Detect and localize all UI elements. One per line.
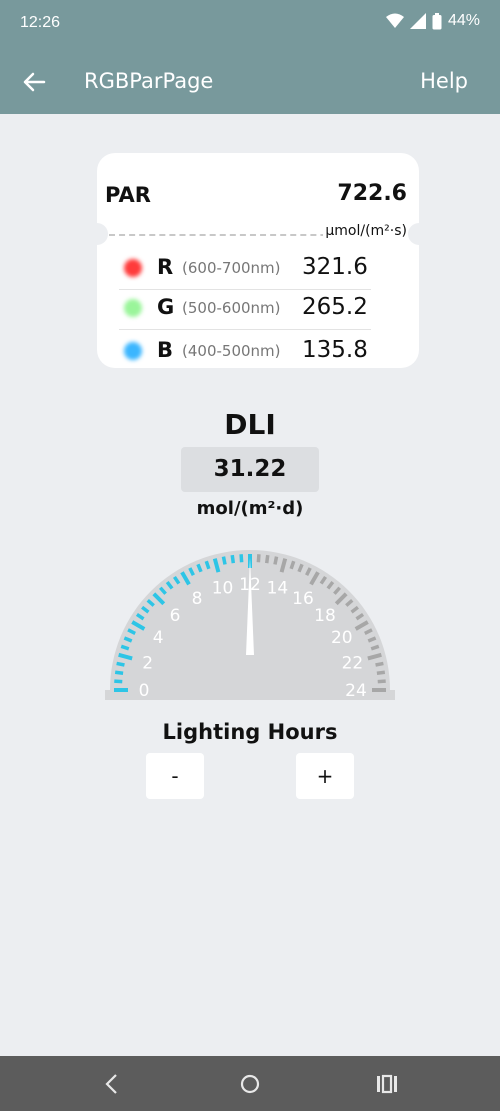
gauge-label: 18 [314,606,336,626]
gauge-label: 2 [142,654,153,674]
back-icon[interactable] [98,1070,126,1098]
gauge-label: 10 [212,579,234,599]
gauge-tick [264,554,270,564]
gauge-tick [204,560,211,570]
gauge-label: 16 [292,589,314,609]
gauge-tick [375,661,384,667]
gauge-tick [230,554,236,564]
decrease-hours-button[interactable]: - [146,753,204,799]
gauge-label: 6 [170,606,181,626]
gauge-tick [114,679,123,684]
gauge-label: 14 [267,579,289,599]
gauge-tick [221,556,227,565]
gauge-tick [370,644,380,651]
gauge-tick [116,661,125,667]
gauge-tick [376,670,386,676]
gauge-label: 0 [139,681,150,701]
gauge-label: 24 [345,681,367,701]
gauge-label: 20 [331,628,353,648]
gauge-tick [114,670,124,676]
lighting-hours-label: Lighting Hours [162,720,338,744]
gauge-tick [273,556,279,565]
home-icon[interactable] [236,1070,264,1098]
lighting-hours-gauge[interactable]: 024681012141618202224 [0,0,500,710]
gauge-label: 4 [153,628,164,648]
gauge-tick [120,644,130,651]
recents-icon[interactable] [373,1070,401,1098]
increase-hours-button[interactable]: + [296,753,354,799]
system-nav-bar [0,1056,500,1111]
gauge-tick [377,679,386,684]
gauge-label: 22 [342,654,364,674]
gauge-tick [256,554,261,563]
gauge-label: 8 [192,589,203,609]
gauge-tick [239,554,244,563]
gauge-tick [289,560,296,570]
